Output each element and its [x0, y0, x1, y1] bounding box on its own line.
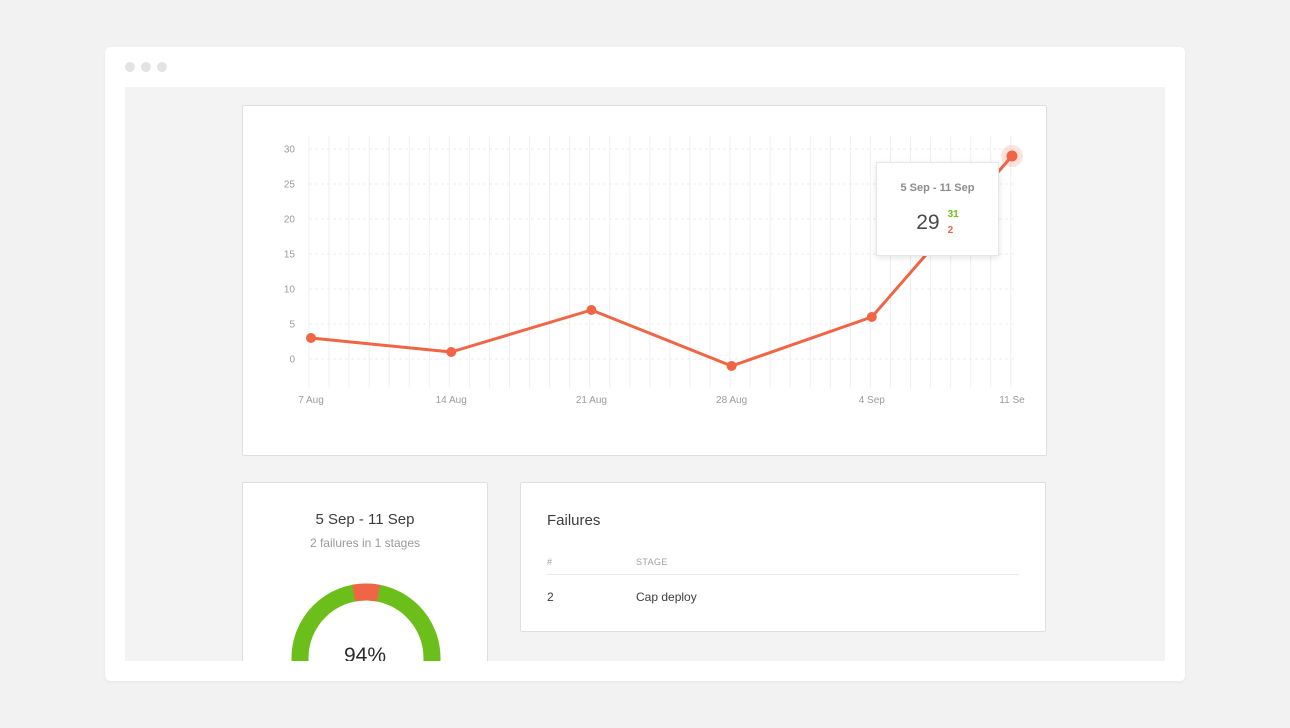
data-point [866, 312, 877, 322]
y-tick-label: 5 [289, 320, 295, 331]
row-count-cell: 2 [547, 590, 554, 604]
window-controls [125, 62, 167, 72]
minimize-dot-icon[interactable] [141, 62, 151, 72]
y-tick-label: 25 [284, 180, 296, 191]
app-viewport: 30 25 20 15 10 5 0 7 Aug 14 Aug 21 Aug 28 Aug 4 Se… [125, 87, 1165, 661]
row-stage-cell: Cap deploy [636, 590, 697, 604]
failures-card: Failures # STAGE 2 Cap deploy [520, 482, 1046, 632]
data-point [446, 347, 457, 357]
x-tick-label: 14 Aug [436, 395, 467, 406]
x-tick-label: 11 Se [999, 395, 1025, 406]
tooltip-breakdown: 31 2 [948, 207, 959, 239]
summary-title: 5 Sep - 11 Sep [315, 511, 415, 528]
x-tick-label: 28 Aug [716, 395, 747, 406]
tooltip-range: 5 Sep - 11 Sep [900, 182, 975, 194]
close-dot-icon[interactable] [125, 62, 135, 72]
data-point [306, 333, 316, 343]
tooltip-success-count: 31 [947, 209, 959, 220]
data-point-highlighted [1006, 150, 1018, 162]
maximize-dot-icon[interactable] [157, 62, 167, 72]
column-header-count: # [547, 557, 553, 567]
data-point [586, 305, 597, 315]
x-axis: 7 Aug 14 Aug 21 Aug 28 Aug 4 Sep 11 Se [298, 395, 1025, 406]
failures-title: Failures [547, 512, 601, 529]
y-tick-label: 30 [284, 145, 296, 156]
table-row[interactable]: 2 Cap deploy [547, 590, 1019, 606]
y-tick-label: 10 [284, 285, 296, 296]
y-tick-label: 20 [284, 215, 296, 226]
x-tick-label: 4 Sep [859, 395, 886, 406]
y-axis: 30 25 20 15 10 5 0 [284, 145, 296, 366]
summary-card: 5 Sep - 11 Sep 2 failures in 1 stages 94… [242, 482, 488, 661]
column-header-stage: STAGE [636, 557, 668, 567]
tooltip-failure-count: 2 [947, 225, 954, 236]
summary-subtitle: 2 failures in 1 stages [309, 536, 421, 550]
y-tick-label: 0 [289, 355, 295, 366]
tooltip-value: 29 [916, 211, 940, 234]
chart-tooltip: 5 Sep - 11 Sep 29 31 2 [876, 162, 999, 256]
failures-table-header: # STAGE [547, 557, 1019, 575]
y-tick-label: 15 [284, 250, 296, 261]
donut-percent-label: 94% [343, 644, 387, 661]
line-chart: 30 25 20 15 10 5 0 7 Aug 14 Aug 21 Aug 28 Aug 4 Se… [284, 136, 1025, 406]
x-tick-label: 7 Aug [298, 395, 324, 406]
browser-window: 30 25 20 15 10 5 0 7 Aug 14 Aug 21 Aug 28 Aug 4 Se… [105, 47, 1185, 681]
chart-card: 30 25 20 15 10 5 0 7 Aug 14 Aug 21 Aug 28 Aug 4 Se… [242, 105, 1047, 456]
x-tick-label: 21 Aug [576, 395, 607, 406]
data-point [726, 361, 737, 371]
tooltip-values: 29 31 2 [877, 207, 998, 239]
